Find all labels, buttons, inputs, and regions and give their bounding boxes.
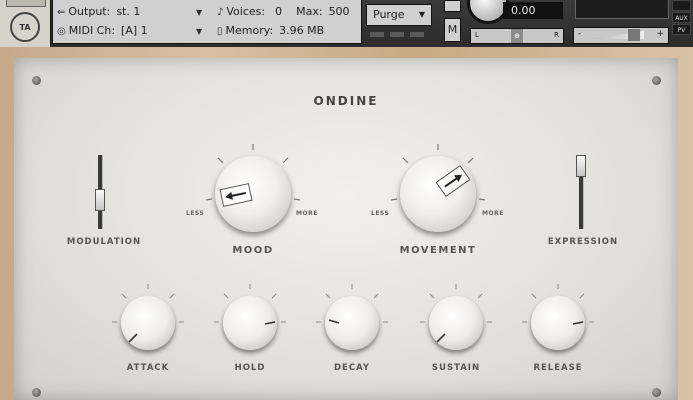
decay-pointer <box>328 319 340 324</box>
memory-value: 3.96 MB <box>279 24 325 37</box>
purge-dropdown[interactable]: Purge ▼ <box>366 4 432 26</box>
screw-icon <box>32 76 41 85</box>
hold-pointer <box>264 321 276 325</box>
mute-button[interactable]: M <box>444 18 461 42</box>
kontakt-instrument-header: TA ⇐ Output: st. 1 ▼ ♪ Voices: 0 Max: 500 ◎ MID… <box>0 0 693 52</box>
pan-slider[interactable]: L ⊕ R <box>470 28 564 44</box>
close-tab[interactable] <box>672 0 691 11</box>
voices-icon: ♪ <box>217 7 224 18</box>
output-dropdown-icon[interactable]: ▼ <box>196 8 202 17</box>
screw-icon <box>652 76 661 85</box>
movement-indicator <box>435 165 471 197</box>
voices-label: Voices: <box>226 5 266 18</box>
output-row[interactable]: ⇐ Output: st. 1 <box>57 5 140 21</box>
volume-handle[interactable] <box>628 29 640 41</box>
purge-label: Purge <box>373 8 405 21</box>
memory-row: ▯ Memory: 3.96 MB <box>217 24 324 40</box>
release-knob-wrap <box>522 284 594 350</box>
modulation-fader-handle[interactable] <box>95 189 105 211</box>
tune-value[interactable]: 0.00 <box>503 2 563 19</box>
purge-meter <box>368 30 430 40</box>
release-label: RELEASE <box>533 363 583 373</box>
meter-segment <box>370 32 384 37</box>
decay-knob-wrap <box>316 284 388 350</box>
brand-logo-icon: TA <box>10 12 40 42</box>
instrument-title: ONDINE <box>313 94 379 108</box>
aux-tab[interactable]: AUX <box>672 12 691 23</box>
mood-knob[interactable] <box>215 156 291 232</box>
midi-channel-value[interactable]: [A] 1 <box>121 24 148 37</box>
voices-value: 0 <box>275 5 283 18</box>
memory-icon: ▯ <box>217 26 223 37</box>
volume-slider[interactable]: - + <box>573 27 669 44</box>
movement-knob[interactable] <box>400 156 476 232</box>
mood-label: MOOD <box>232 245 274 256</box>
sustain-knob[interactable] <box>429 296 483 350</box>
volume-meter <box>575 0 669 19</box>
mood-indicator <box>219 183 253 207</box>
attack-label: ATTACK <box>126 363 170 373</box>
sustain-knob-wrap <box>420 284 492 350</box>
movement-less-label: LESS <box>371 210 390 217</box>
movement-label: MOVEMENT <box>399 245 477 256</box>
mood-more-label: MORE <box>296 210 318 217</box>
output-label: Output: <box>68 5 111 18</box>
expression-fader[interactable] <box>576 155 586 229</box>
sustain-pointer <box>436 333 446 343</box>
midi-label: MIDI Ch: <box>68 24 116 37</box>
midi-icon: ◎ <box>57 26 66 37</box>
decay-knob[interactable] <box>325 296 379 350</box>
mood-less-label: LESS <box>186 210 205 217</box>
output-value[interactable]: st. 1 <box>116 5 140 18</box>
screw-icon <box>652 388 661 397</box>
logo-tab <box>6 0 46 7</box>
output-icon: ⇐ <box>57 7 66 18</box>
purge-dropdown-icon: ▼ <box>418 10 425 19</box>
hold-knob-wrap <box>214 284 286 350</box>
modulation-label: MODULATION <box>66 237 142 247</box>
max-label: Max: <box>296 5 323 18</box>
attack-knob-wrap <box>112 284 184 350</box>
pv-tab[interactable]: PV <box>672 24 691 35</box>
instrument-panel: ONDINE MODULATION EXPRESSION LESS MORE M… <box>14 58 678 400</box>
expression-fader-handle[interactable] <box>576 155 586 177</box>
decay-label: DECAY <box>333 363 371 373</box>
pan-right-label: R <box>554 31 559 39</box>
modulation-fader[interactable] <box>95 155 105 229</box>
hold-label: HOLD <box>234 363 266 373</box>
solo-button[interactable] <box>444 0 461 12</box>
volume-minus-label: - <box>578 29 582 39</box>
sustain-label: SUSTAIN <box>431 363 481 373</box>
instrument-info-panel: ⇐ Output: st. 1 ▼ ♪ Voices: 0 Max: 500 ◎ MIDI C… <box>52 0 362 44</box>
midi-dropdown-icon[interactable]: ▼ <box>196 27 202 36</box>
attack-pointer <box>128 333 138 343</box>
release-knob[interactable] <box>531 296 585 350</box>
movement-more-label: MORE <box>482 210 504 217</box>
hold-knob[interactable] <box>223 296 277 350</box>
meter-segment <box>390 32 404 37</box>
instrument-logo-area: TA <box>0 0 51 47</box>
side-tabs: AUX PV <box>672 0 691 40</box>
volume-plus-label: + <box>656 29 664 39</box>
voices-row: ♪ Voices: 0 Max: 500 <box>217 5 350 21</box>
pan-left-label: L <box>475 31 479 39</box>
expression-label: EXPRESSION <box>547 237 619 247</box>
screw-icon <box>32 388 41 397</box>
release-pointer <box>572 321 584 325</box>
memory-label: Memory: <box>225 24 274 37</box>
attack-knob[interactable] <box>121 296 175 350</box>
meter-segment <box>410 32 424 37</box>
arrow-left-icon <box>225 191 246 200</box>
pan-handle[interactable]: ⊕ <box>511 29 523 43</box>
max-voices-value[interactable]: 500 <box>329 5 350 18</box>
arrow-right-icon <box>444 174 463 188</box>
midi-row[interactable]: ◎ MIDI Ch: [A] 1 <box>57 24 148 40</box>
